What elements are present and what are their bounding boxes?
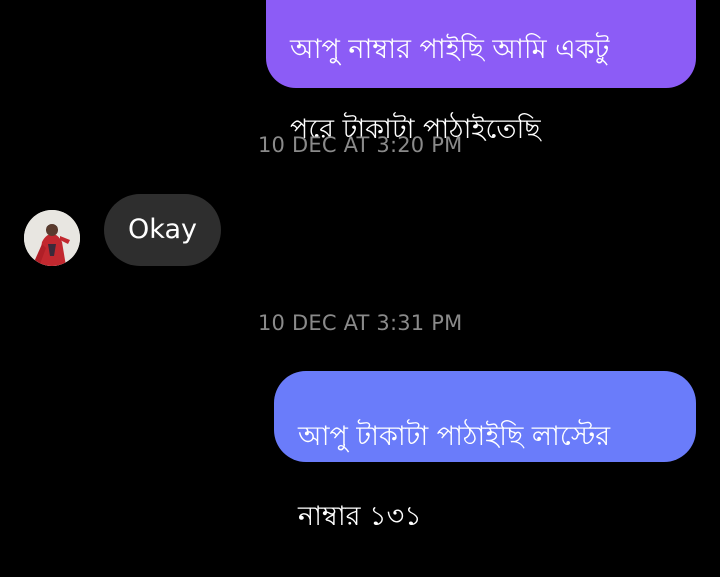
message-timestamp: 10 DEC AT 3:20 PM bbox=[258, 133, 463, 157]
contact-avatar[interactable] bbox=[24, 210, 80, 266]
message-text-line: আপু টাকাটা পাঠাইছি লাস্টের bbox=[298, 421, 611, 452]
message-timestamp: 10 DEC AT 3:31 PM bbox=[258, 311, 463, 335]
avatar-image bbox=[24, 210, 80, 266]
message-text-line: আপু নাম্বার পাইছি আমি একটু bbox=[290, 34, 610, 65]
message-text-line: নাম্বার ১৩১ bbox=[298, 501, 422, 532]
sent-message-bubble[interactable]: আপু নাম্বার পাইছি আমি একটু পরে টাকাটা পা… bbox=[266, 0, 696, 145]
message-text: Okay bbox=[128, 214, 197, 245]
received-message-bubble[interactable]: Okay bbox=[104, 194, 221, 266]
sent-message-bubble[interactable]: আপু টাকাটা পাঠাইছি লাস্টের নাম্বার ১৩১ bbox=[274, 371, 696, 532]
